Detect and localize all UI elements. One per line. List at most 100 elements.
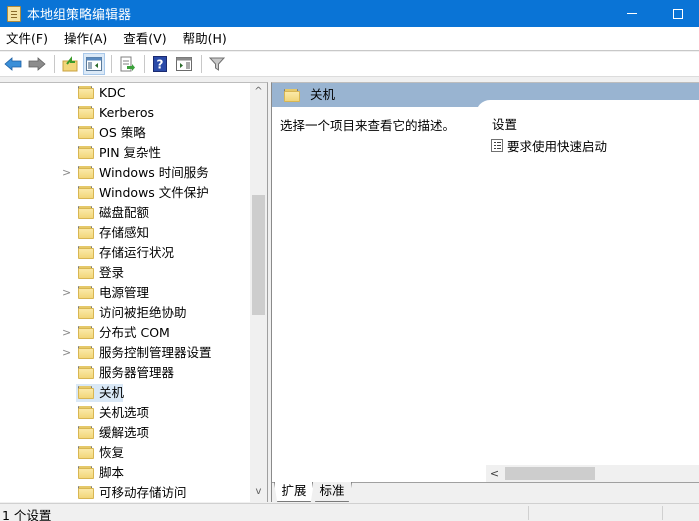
tree-item[interactable]: 存储运行状况 [0,243,250,263]
show-hide-tree-icon [86,57,102,71]
folder-icon [78,406,94,419]
forward-button[interactable] [26,53,48,75]
policy-setting-icon [491,139,503,152]
tree-item[interactable]: 登录 [0,263,250,283]
tree-item[interactable]: > 分布式 COM [0,323,250,343]
setting-label: 要求使用快速启动 [507,139,608,154]
toolbar-separator [54,55,55,73]
minimize-icon [627,13,637,14]
folder-icon [78,286,94,299]
folder-icon [78,86,94,99]
folder-icon [78,306,94,319]
toolbar-separator [201,55,202,73]
filter-button[interactable] [206,53,228,75]
forward-icon [28,57,46,71]
menu-help[interactable]: 帮助(H) [175,27,235,51]
details-pane: 关机 选择一个项目来查看它的描述。 设置 要求使用快速启动 < 扩展 标准 [271,82,699,503]
tree-item-label: 缓解选项 [99,425,150,440]
tree-item[interactable]: Kerberos [0,103,250,123]
folder-icon [284,89,300,102]
tree-item[interactable]: KDC [0,83,250,103]
export-list-icon [120,56,135,72]
tree-item[interactable]: 脚本 [0,463,250,483]
tree-item[interactable]: 服务器管理器 [0,363,250,383]
back-icon [4,57,22,71]
tree-item[interactable]: 访问被拒绝协助 [0,303,250,323]
scroll-left-button[interactable]: < [486,465,503,482]
tree-item-label: 恢复 [99,445,125,460]
tree-item-label: 存储感知 [99,225,150,240]
tree-vertical-scrollbar[interactable]: ^ v [250,83,267,502]
menu-bar: 文件(F) 操作(A) 查看(V) 帮助(H) [0,27,699,51]
back-button[interactable] [2,53,24,75]
tab-standard[interactable]: 标准 [312,482,352,502]
tree-item[interactable]: 磁盘配额 [0,203,250,223]
tree-item[interactable]: 关机 [0,383,250,403]
tree-item-label: PIN 复杂性 [99,145,162,160]
menu-view[interactable]: 查看(V) [115,27,174,51]
tree-item-label: Windows 时间服务 [99,165,209,180]
menu-action[interactable]: 操作(A) [56,27,115,51]
folder-icon [78,266,94,279]
scrollbar-thumb[interactable] [505,467,595,480]
scroll-down-button[interactable]: v [250,483,267,500]
tree-item[interactable]: Windows 文件保护 [0,183,250,203]
details-header-title: 关机 [310,87,336,102]
folder-icon [78,126,94,139]
folder-icon [78,186,94,199]
tree-item[interactable]: OS 策略 [0,123,250,143]
tree-item-label: 服务控制管理器设置 [99,345,212,360]
chevron-right-icon[interactable]: > [62,283,71,303]
title-bar: 本地组策略编辑器 [0,0,699,27]
folder-icon [78,466,94,479]
up-folder-button[interactable] [59,53,81,75]
app-icon [7,5,21,22]
tree-item-label: 分布式 COM [99,325,170,340]
maximize-button[interactable] [655,0,699,27]
policy-tree: 可移动存储访问 脚本 恢复 缓解选项 关机选项 关机 服务器管理器 > 服务控制管理器设置 > 分布… [0,82,268,502]
toolbar: ? [0,52,699,77]
details-horizontal-scrollbar[interactable]: < [486,465,699,482]
tab-extended[interactable]: 扩展 [274,482,314,502]
tree-item-label: 关机选项 [99,405,150,420]
settings-column-header[interactable]: 设置 [492,114,517,133]
export-list-button[interactable] [116,53,138,75]
folder-icon [78,486,94,499]
tree-item[interactable]: 缓解选项 [0,423,250,443]
tree-item-label: 访问被拒绝协助 [99,305,187,320]
tree-item-label: 存储运行状况 [99,245,175,260]
tree-item[interactable]: PIN 复杂性 [0,143,250,163]
tree-item[interactable]: 关机选项 [0,403,250,423]
tree-item-label: 登录 [99,265,125,280]
folder-icon [78,386,94,399]
show-hide-tree-button[interactable] [83,53,105,75]
setting-row[interactable]: 要求使用快速启动 [491,136,607,155]
chevron-left-icon: < [489,467,500,480]
minimize-button[interactable] [609,0,655,27]
folder-icon [78,426,94,439]
chevron-right-icon[interactable]: > [62,343,71,363]
tree-item-label: 电源管理 [99,285,150,300]
tree-item-label: 服务器管理器 [99,365,175,380]
status-divider [662,506,663,520]
tree-item-label: 磁盘配额 [99,205,150,220]
menu-file[interactable]: 文件(F) [0,27,56,51]
folder-icon [78,446,94,459]
tree-item[interactable]: > Windows 时间服务 [0,163,250,183]
tree-item[interactable]: > 电源管理 [0,283,250,303]
show-hide-action-pane-button[interactable] [173,53,195,75]
toolbar-separator [144,55,145,73]
folder-icon [78,326,94,339]
help-icon: ? [153,56,167,72]
help-button[interactable]: ? [149,53,171,75]
svg-text:?: ? [157,58,164,72]
tree-item-label: Kerberos [99,105,155,120]
scroll-up-button[interactable]: ^ [250,83,267,100]
chevron-right-icon[interactable]: > [62,323,71,343]
tree-item[interactable]: 恢复 [0,443,250,463]
tree-item[interactable]: 存储感知 [0,223,250,243]
tree-item[interactable]: 可移动存储访问 [0,483,250,502]
scrollbar-thumb[interactable] [252,195,265,315]
chevron-right-icon[interactable]: > [62,163,71,183]
tree-item[interactable]: > 服务控制管理器设置 [0,343,250,363]
